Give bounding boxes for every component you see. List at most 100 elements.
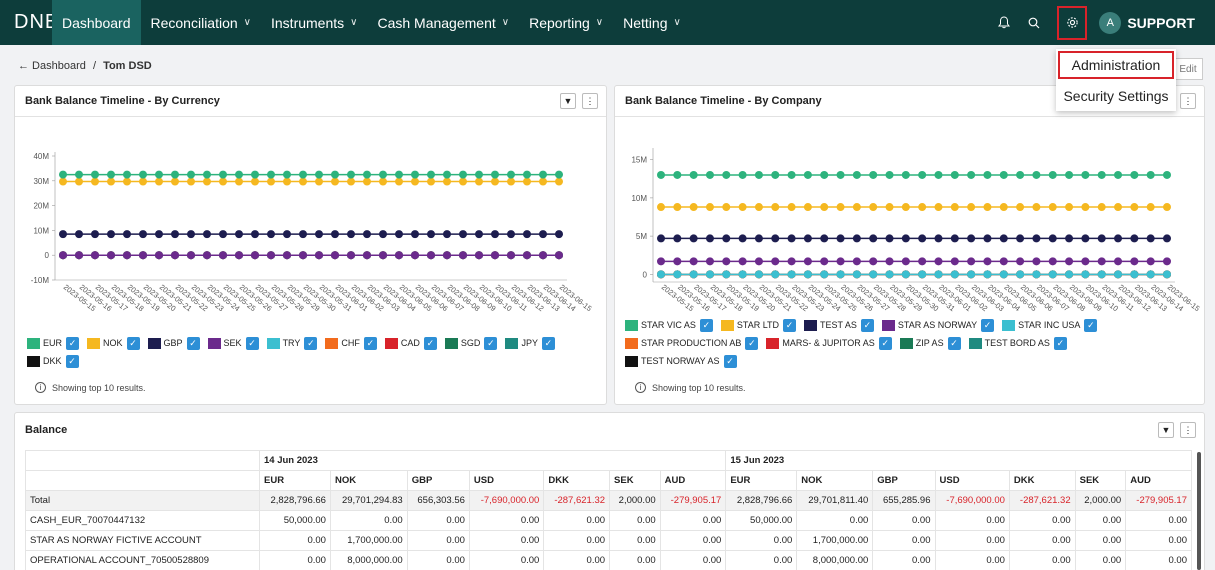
data-point[interactable] — [1016, 203, 1025, 212]
data-point[interactable] — [1081, 270, 1090, 279]
data-point[interactable] — [869, 170, 878, 179]
data-point[interactable] — [1146, 234, 1155, 243]
data-point[interactable] — [934, 170, 943, 179]
data-point[interactable] — [187, 251, 195, 260]
data-point[interactable] — [787, 170, 796, 179]
data-point[interactable] — [1016, 170, 1025, 179]
data-point[interactable] — [331, 170, 339, 179]
data-point[interactable] — [869, 234, 878, 243]
legend-checkbox[interactable]: ✓ — [66, 336, 80, 350]
search-icon[interactable] — [1019, 8, 1049, 38]
data-point[interactable] — [1048, 234, 1057, 243]
data-point[interactable] — [657, 270, 665, 279]
legend-checkbox[interactable]: ✓ — [484, 336, 498, 350]
data-point[interactable] — [673, 203, 682, 212]
legend-item[interactable]: STAR AS NORWAY ✓ — [881, 316, 995, 334]
data-point[interactable] — [491, 170, 499, 179]
data-point[interactable] — [657, 234, 665, 243]
data-point[interactable] — [187, 177, 195, 186]
legend-checkbox[interactable]: ✓ — [65, 354, 79, 368]
menu-item-security-settings[interactable]: Security Settings — [1056, 81, 1176, 111]
data-point[interactable] — [820, 257, 829, 266]
data-point[interactable] — [967, 270, 976, 279]
data-point[interactable] — [523, 170, 531, 179]
data-point[interactable] — [869, 203, 878, 212]
data-point[interactable] — [820, 234, 829, 243]
data-point[interactable] — [803, 270, 812, 279]
data-point[interactable] — [689, 203, 698, 212]
data-point[interactable] — [411, 170, 419, 179]
data-point[interactable] — [187, 230, 195, 239]
legend-item[interactable]: SEK ✓ — [207, 334, 259, 352]
data-point[interactable] — [91, 170, 99, 179]
legend-item[interactable]: GBP ✓ — [147, 334, 200, 352]
data-point[interactable] — [299, 251, 307, 260]
data-point[interactable] — [950, 203, 959, 212]
data-point[interactable] — [1114, 203, 1123, 212]
legend-item[interactable]: STAR LTD ✓ — [720, 316, 797, 334]
data-point[interactable] — [705, 234, 714, 243]
data-point[interactable] — [459, 230, 467, 239]
data-point[interactable] — [251, 230, 259, 239]
data-point[interactable] — [1163, 270, 1171, 279]
data-point[interactable] — [443, 230, 451, 239]
legend-checkbox[interactable]: ✓ — [304, 336, 318, 350]
data-point[interactable] — [475, 177, 483, 186]
data-point[interactable] — [999, 203, 1008, 212]
data-point[interactable] — [315, 251, 323, 260]
data-point[interactable] — [1097, 257, 1106, 266]
data-point[interactable] — [1032, 203, 1041, 212]
data-point[interactable] — [738, 234, 747, 243]
data-point[interactable] — [555, 251, 563, 260]
data-point[interactable] — [283, 230, 291, 239]
dnb-logo[interactable]: DNB — [0, 11, 58, 34]
legend-checkbox[interactable]: ✓ — [541, 336, 555, 350]
data-point[interactable] — [918, 270, 927, 279]
data-point[interactable] — [395, 251, 403, 260]
data-point[interactable] — [539, 251, 547, 260]
data-point[interactable] — [950, 234, 959, 243]
data-point[interactable] — [1016, 270, 1025, 279]
data-point[interactable] — [235, 251, 243, 260]
legend-item[interactable]: DKK ✓ — [27, 352, 79, 370]
gear-icon[interactable] — [1057, 5, 1088, 40]
data-point[interactable] — [836, 170, 845, 179]
data-point[interactable] — [347, 251, 355, 260]
data-point[interactable] — [722, 234, 731, 243]
data-point[interactable] — [967, 170, 976, 179]
data-point[interactable] — [1016, 234, 1025, 243]
table-row[interactable]: Total 2,828,796.66 29,701,294.83 656,303.56… — [25, 490, 1192, 511]
data-point[interactable] — [459, 170, 467, 179]
data-point[interactable] — [123, 170, 131, 179]
nav-cash-management[interactable]: Cash Management ∨ — [367, 0, 519, 45]
data-point[interactable] — [1032, 170, 1041, 179]
data-point[interactable] — [315, 170, 323, 179]
data-point[interactable] — [203, 170, 211, 179]
data-point[interactable] — [1048, 257, 1057, 266]
legend-checkbox[interactable]: ✓ — [860, 318, 874, 332]
data-point[interactable] — [363, 230, 371, 239]
nav-dashboard[interactable]: Dashboard — [52, 0, 141, 45]
legend-checkbox[interactable]: ✓ — [363, 336, 377, 350]
data-point[interactable] — [235, 170, 243, 179]
data-point[interactable] — [507, 170, 515, 179]
legend-item[interactable]: ZIP AS ✓ — [899, 334, 961, 352]
data-point[interactable] — [885, 170, 894, 179]
nav-instruments[interactable]: Instruments ∨ — [261, 0, 367, 45]
data-point[interactable] — [787, 270, 796, 279]
data-point[interactable] — [705, 203, 714, 212]
data-point[interactable] — [539, 177, 547, 186]
filter-icon[interactable]: ▼ — [560, 93, 576, 109]
data-point[interactable] — [1048, 170, 1057, 179]
data-point[interactable] — [395, 177, 403, 186]
data-point[interactable] — [1114, 257, 1123, 266]
data-point[interactable] — [885, 203, 894, 212]
data-point[interactable] — [107, 170, 115, 179]
data-point[interactable] — [754, 170, 763, 179]
data-point[interactable] — [379, 170, 387, 179]
data-point[interactable] — [1114, 270, 1123, 279]
data-point[interactable] — [754, 270, 763, 279]
data-point[interactable] — [836, 234, 845, 243]
data-point[interactable] — [1065, 257, 1074, 266]
nav-netting[interactable]: Netting ∨ — [613, 0, 691, 45]
